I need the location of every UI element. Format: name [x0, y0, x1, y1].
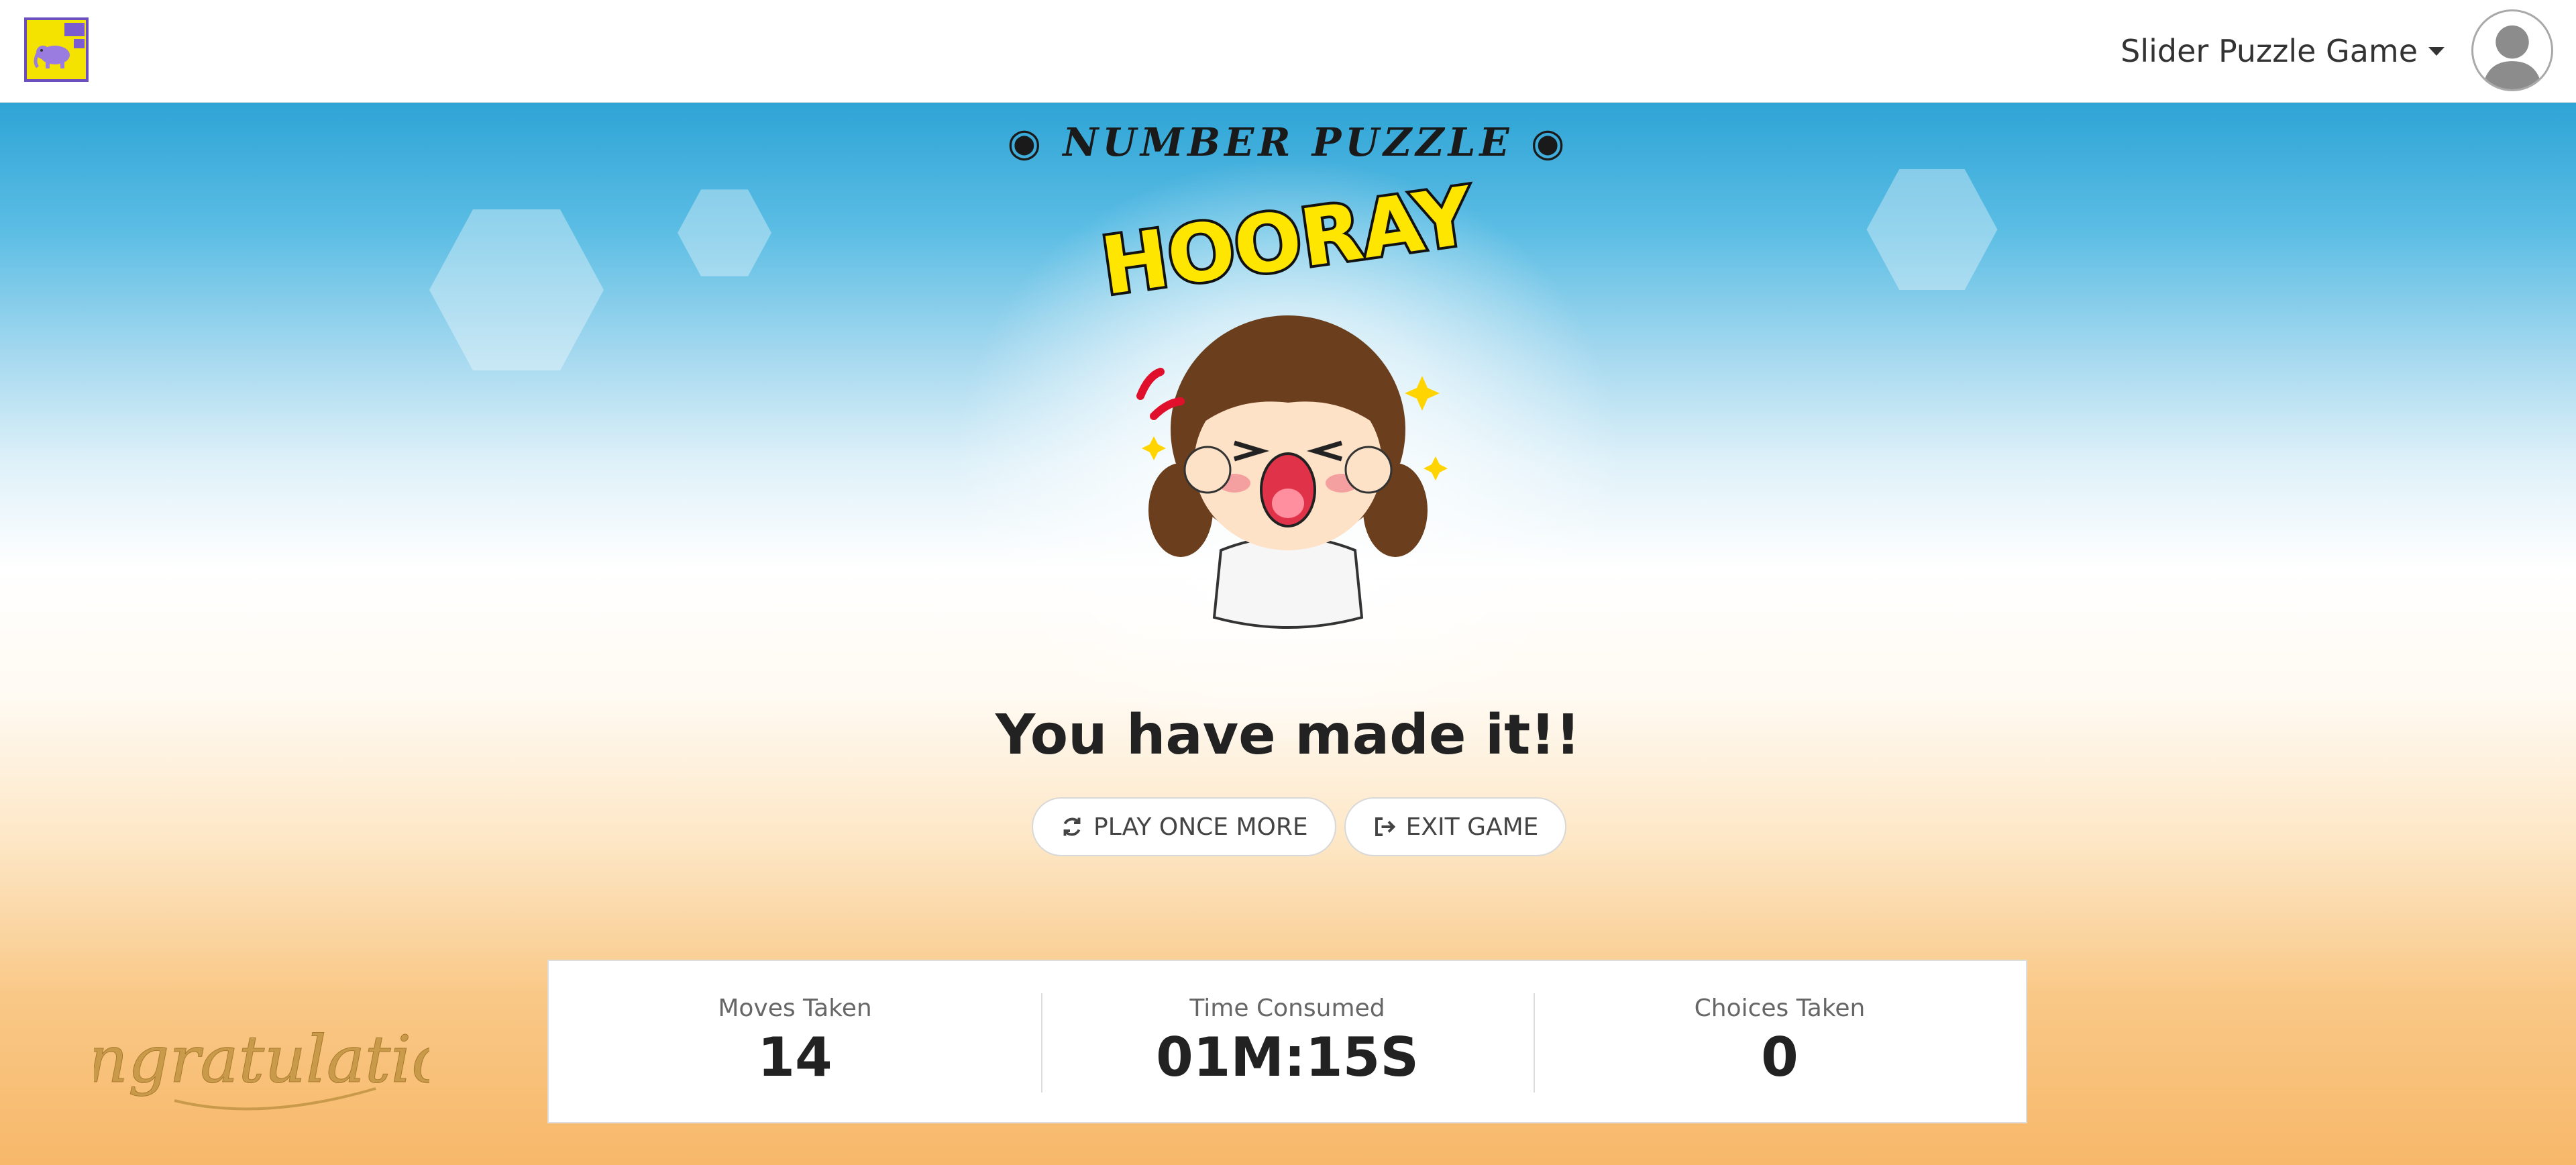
app-logo[interactable] [24, 17, 89, 82]
stat-time-consumed: Time Consumed 01M:15S [1041, 961, 1534, 1122]
bokeh-hexagon [678, 189, 771, 276]
stat-value: 14 [757, 1026, 833, 1088]
app-menu-label: Slider Puzzle Game [2121, 33, 2418, 69]
play-again-label: PLAY ONCE MORE [1093, 813, 1308, 841]
user-silhouette-icon [2482, 25, 2542, 89]
caret-down-icon [2428, 46, 2445, 56]
result-actions: PLAY ONCE MORE EXIT GAME [1032, 797, 1567, 856]
sticker-text: HOORAY [1100, 174, 1476, 313]
congratulations-text: Congratulations [94, 1022, 429, 1097]
stat-value: 01M:15S [1156, 1026, 1419, 1088]
top-navbar: Slider Puzzle Game [0, 0, 2576, 103]
user-avatar[interactable] [2471, 9, 2553, 91]
bokeh-hexagon [429, 209, 604, 370]
exit-game-button[interactable]: EXIT GAME [1344, 797, 1567, 856]
refresh-icon [1063, 817, 1081, 836]
stat-moves-taken: Moves Taken 14 [549, 961, 1041, 1122]
exit-game-label: EXIT GAME [1405, 813, 1539, 841]
success-headline: You have made it!! [995, 703, 1581, 767]
stat-choices-taken: Choices Taken 0 [1534, 961, 2026, 1122]
stat-label: Moves Taken [718, 995, 872, 1022]
game-stats-panel: Moves Taken 14 Time Consumed 01M:15S Cho… [547, 960, 2027, 1123]
game-title: ◉ NUMBER PUZZLE ◉ [1007, 119, 1569, 165]
result-hero: ◉ NUMBER PUZZLE ◉ HOORAY You have made i… [0, 102, 2576, 1165]
hooray-mascot-image: HOORAY [1100, 174, 1476, 629]
sign-out-icon [1375, 817, 1395, 836]
elephant-icon [34, 46, 70, 68]
stat-value: 0 [1761, 1026, 1799, 1088]
app-menu-dropdown[interactable]: Slider Puzzle Game [2121, 30, 2445, 72]
stat-label: Time Consumed [1189, 995, 1385, 1022]
stat-label: Choices Taken [1694, 995, 1866, 1022]
congratulations-image: Congratulations [94, 1022, 429, 1111]
play-again-button[interactable]: PLAY ONCE MORE [1032, 797, 1336, 856]
bokeh-hexagon [1866, 169, 1998, 290]
